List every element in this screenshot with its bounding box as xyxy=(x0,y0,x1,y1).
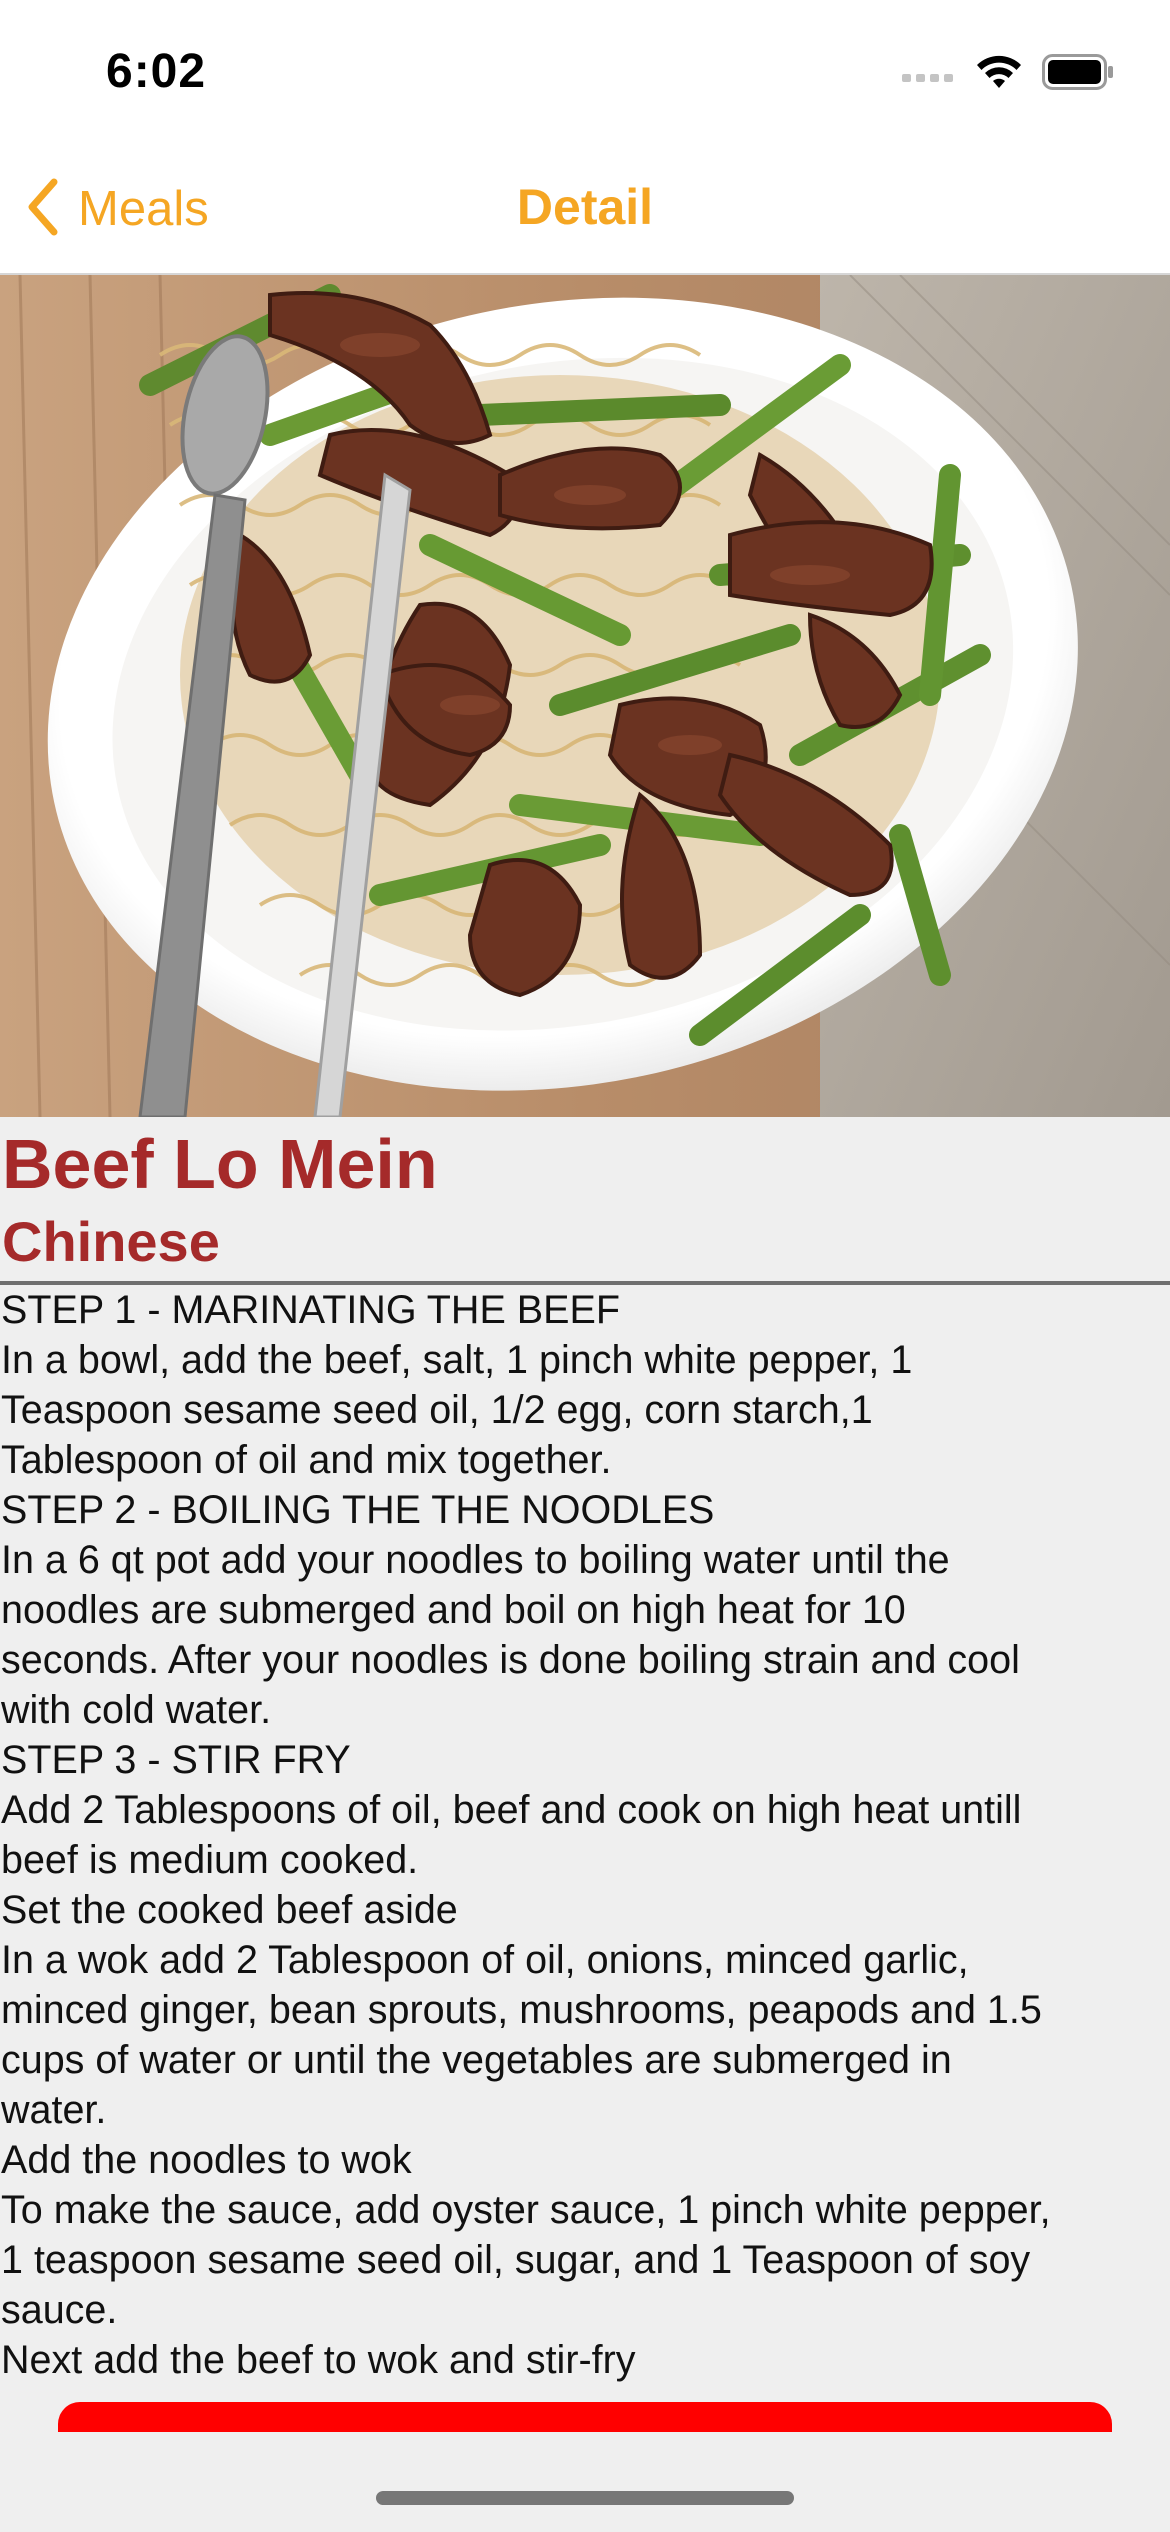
instruction-line: To make the sauce, add oyster sauce, 1 p… xyxy=(1,2188,1051,2232)
instruction-line: Next add the beef to wok and stir-fry xyxy=(1,2338,636,2382)
instruction-line: Tablespoon of oil and mix together. xyxy=(1,1438,612,1482)
bottom-action-button[interactable] xyxy=(58,2402,1112,2432)
instruction-line: cups of water or until the vegetables ar… xyxy=(1,2038,952,2082)
instruction-line: 1 teaspoon sesame seed oil, sugar, and 1… xyxy=(1,2238,1031,2282)
meal-photo-illustration xyxy=(0,275,1170,1117)
battery-icon xyxy=(1042,54,1114,95)
meal-detail-screen: 6:02 Meals Detail Beef Lo Mein Chinese S… xyxy=(0,0,1170,2532)
meal-area: Chinese xyxy=(2,1210,220,1273)
navigation-bar: Meals Detail xyxy=(0,150,1170,275)
instruction-line: Add the noodles to wok xyxy=(1,2138,412,2182)
instruction-line: In a wok add 2 Tablespoon of oil, onions… xyxy=(1,1938,969,1982)
instruction-line: noodles are submerged and boil on high h… xyxy=(1,1588,906,1632)
cellular-signal-icon xyxy=(902,62,956,87)
instruction-line: beef is medium cooked. xyxy=(1,1838,419,1882)
meal-image xyxy=(0,275,1170,1117)
instruction-line: STEP 3 - STIR FRY xyxy=(1,1738,351,1782)
instruction-line: STEP 1 - MARINATING THE BEEF xyxy=(1,1288,620,1332)
instruction-line: In a bowl, add the beef, salt, 1 pinch w… xyxy=(1,1338,913,1382)
status-bar: 6:02 xyxy=(0,0,1170,150)
status-time: 6:02 xyxy=(106,45,207,98)
instruction-line: with cold water. xyxy=(1,1688,272,1732)
instruction-line: sauce. xyxy=(1,2288,118,2332)
instruction-line: Add 2 Tablespoons of oil, beef and cook … xyxy=(1,1788,1022,1832)
instruction-line: water. xyxy=(1,2088,107,2132)
instructions-text: STEP 1 - MARINATING THE BEEF In a bowl, … xyxy=(0,1285,1170,2385)
instruction-line: In a 6 qt pot add your noodles to boilin… xyxy=(1,1538,950,1582)
meal-title: Beef Lo Mein xyxy=(2,1125,438,1203)
meal-content: Beef Lo Mein Chinese STEP 1 - MARINATING… xyxy=(0,1117,1170,2385)
instruction-line: Teaspoon sesame seed oil, 1/2 egg, corn … xyxy=(1,1388,873,1432)
instruction-line: Set the cooked beef aside xyxy=(1,1888,458,1932)
wifi-icon xyxy=(976,54,1022,95)
status-icons xyxy=(902,54,1114,95)
home-indicator[interactable] xyxy=(376,2491,794,2505)
instruction-line: STEP 2 - BOILING THE THE NOODLES xyxy=(1,1488,715,1532)
instruction-line: minced ginger, bean sprouts, mushrooms, … xyxy=(1,1988,1042,2032)
nav-title: Detail xyxy=(516,179,654,235)
instruction-line: seconds. After your noodles is done boil… xyxy=(1,1638,1020,1682)
